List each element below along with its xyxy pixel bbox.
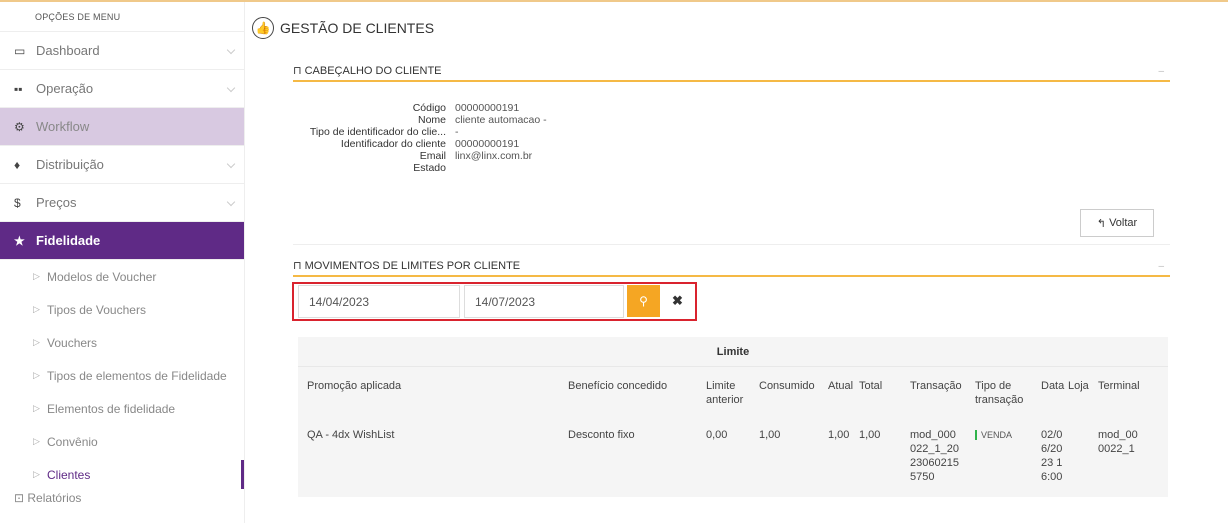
cell-atual: 1,00 [828, 429, 850, 441]
thumbs-up-icon: 👍 [252, 17, 274, 39]
sidebar: OPÇÕES DE MENU ▭ Dashboard ▪▪ Operação ⚙… [0, 2, 245, 523]
search-button[interactable]: ⚲ [627, 285, 660, 317]
sidebar-item-label: Dashboard [36, 43, 100, 58]
detail-row: Código 00000000191 [412, 102, 520, 114]
column-header: Total [859, 380, 883, 392]
sidebar-subitem-clientes[interactable]: ▷ Clientes [0, 458, 244, 491]
client-details: Código 00000000191 Nome cliente automacao … [293, 102, 593, 174]
movements-table: Limite Promoção aplicada Benefício conce… [298, 337, 1168, 497]
sidebar-subitem-label: Clientes [47, 467, 91, 482]
date-from-input[interactable] [298, 285, 460, 318]
column-header: Benefício concedido [568, 380, 668, 392]
reply-icon: ↰ [1096, 217, 1110, 230]
cell-beneficio: Desconto fixo [568, 429, 635, 441]
client-header-panel-title: ⊓ CABEÇALHO DO CLIENTE – [293, 64, 1170, 82]
detail-row: Estado [413, 162, 446, 174]
caret-right-icon: ▷ [33, 304, 40, 314]
sidebar-item-label: Workflow [36, 119, 90, 134]
movements-panel-title: ⊓ MOVIMENTOS DE LIMITES POR CLIENTE – [293, 259, 1170, 277]
collapse-icon[interactable]: – [1158, 261, 1164, 272]
caret-right-icon: ▷ [33, 337, 40, 347]
chart-icon: ⊡ [14, 491, 28, 505]
column-header: Transação [910, 380, 962, 392]
cell-terminal: mod_00 0022_1 [1098, 429, 1138, 455]
divider [293, 244, 1170, 245]
cell-consumido: 1,00 [759, 429, 781, 441]
chevron-down-icon [226, 197, 236, 207]
map-marker-icon: ♦ [14, 157, 21, 172]
back-button[interactable]: ↰ Voltar [1080, 209, 1154, 237]
cell-total: 1,00 [859, 429, 881, 441]
bookmark-icon: ⊓ [293, 260, 302, 272]
cell-limite-anterior: 0,00 [706, 429, 728, 441]
clear-icon[interactable]: ✖ [672, 293, 683, 309]
sidebar-subitem-convenio[interactable]: ▷ Convênio [0, 425, 244, 458]
column-header: Consumido [759, 380, 815, 392]
caret-right-icon: ▷ [33, 370, 40, 380]
sidebar-subitem-modelos-de-voucher[interactable]: ▷ Modelos de Voucher [0, 260, 244, 293]
sidebar-item-dashboard[interactable]: ▭ Dashboard [0, 32, 244, 70]
active-indicator [241, 460, 244, 489]
cell-tipo-transacao: VENDA [975, 428, 1013, 442]
star-icon: ★ [14, 233, 25, 248]
sidebar-item-label: Distribuição [36, 157, 104, 172]
chevron-down-icon [226, 159, 236, 169]
sidebar-subitem-label: Modelos de Voucher [47, 269, 157, 284]
caret-right-icon: ▷ [33, 403, 40, 413]
sidebar-item-relatorios[interactable]: ⊡ Relatórios [0, 491, 244, 511]
collapse-icon[interactable]: – [1158, 66, 1164, 77]
sidebar-item-label: Operação [36, 81, 94, 96]
caret-right-icon: ▷ [33, 469, 40, 479]
sidebar-item-workflow[interactable]: ⚙ Workflow [0, 108, 244, 146]
sidebar-subitem-elementos-de-fidelidade[interactable]: ▷ Elementos de fidelidade [0, 392, 244, 425]
sidebar-subitem-label: Convênio [47, 434, 98, 449]
sidebar-item-fidelidade[interactable]: ★ Fidelidade [0, 222, 244, 260]
detail-row: Nome cliente automacao - [417, 114, 547, 126]
detail-row: Identificador do cliente 00000000191 [340, 138, 520, 150]
detail-row: Email linx@linx.com.br [419, 150, 533, 162]
column-header: Terminal [1098, 380, 1140, 392]
column-header: Limite anterior [706, 380, 744, 406]
laptop-icon: ▭ [14, 43, 26, 58]
page-title: GESTÃO DE CLIENTES [280, 20, 435, 36]
sidebar-subitem-tipos-de-vouchers[interactable]: ▷ Tipos de Vouchers [0, 293, 244, 326]
column-header: Data [1041, 380, 1065, 392]
sidebar-subitem-label: Tipos de Vouchers [47, 302, 146, 317]
dollar-icon: $ [14, 195, 21, 210]
column-header: Promoção aplicada [307, 380, 402, 392]
caret-right-icon: ▷ [33, 436, 40, 446]
cell-promocao: QA - 4dx WishList [307, 429, 395, 441]
search-icon: ⚲ [639, 294, 648, 308]
cell-transacao: mod_000 022_1_20 23060215 5750 [910, 429, 959, 483]
page-title-container: 👍 GESTÃO DE CLIENTES [252, 17, 434, 39]
menu-title: OPÇÕES DE MENU [0, 2, 244, 32]
sidebar-subitem-label: Elementos de fidelidade [47, 401, 176, 416]
sidebar-subitem-tipos-de-elementos[interactable]: ▷ Tipos de elementos de Fidelidade [0, 359, 244, 392]
gear-icon: ⚙ [14, 119, 25, 134]
status-badge: VENDA [975, 430, 1013, 440]
date-to-input[interactable] [464, 285, 624, 318]
grid-icon: ▪▪ [14, 81, 23, 96]
chevron-down-icon [226, 45, 236, 55]
caret-right-icon: ▷ [33, 271, 40, 281]
bookmark-icon: ⊓ [293, 65, 302, 77]
column-header: Loja [1068, 380, 1089, 392]
sidebar-item-distribuicao[interactable]: ♦ Distribuição [0, 146, 244, 184]
column-header: Atual [828, 380, 854, 392]
sidebar-item-label: Preços [36, 195, 77, 210]
sidebar-subitem-vouchers[interactable]: ▷ Vouchers [0, 326, 244, 359]
sidebar-subitem-label: Vouchers [47, 335, 98, 350]
column-header: Tipo de transação [975, 380, 1024, 406]
group-header-limite: Limite [298, 337, 1168, 367]
sidebar-item-operacao[interactable]: ▪▪ Operação [0, 70, 244, 108]
sidebar-item-precos[interactable]: $ Preços [0, 184, 244, 222]
detail-row: Tipo de identificador do clie... - [309, 126, 459, 138]
sidebar-item-label: Fidelidade [36, 233, 101, 248]
sidebar-subitem-label: Tipos de elementos de Fidelidade [47, 368, 227, 383]
chevron-down-icon [226, 83, 236, 93]
cell-data: 02/0 6/20 23 1 6:00 [1041, 429, 1063, 483]
